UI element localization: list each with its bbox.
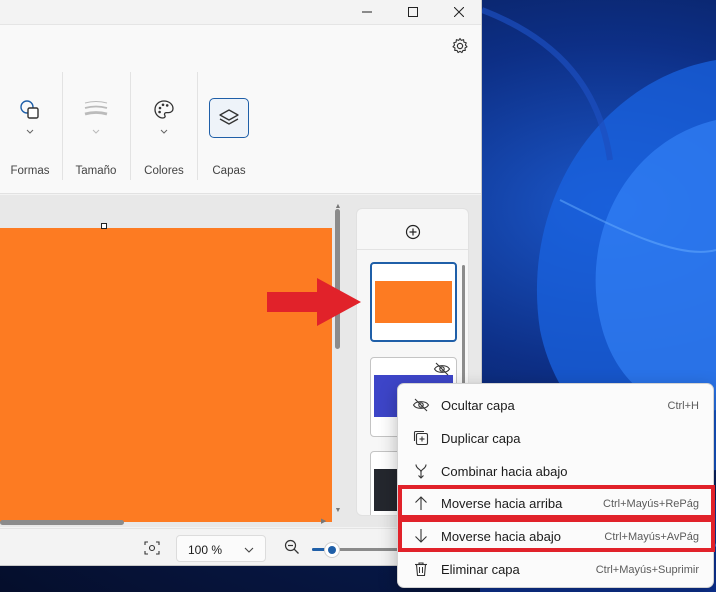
layer-preview [375, 281, 452, 323]
zoom-value: 100 % [188, 543, 223, 557]
highlight-box-move-up [398, 485, 715, 519]
layers-group[interactable]: Capas [199, 66, 259, 188]
duplicate-icon [412, 429, 430, 447]
menu-item-label: Ocultar capa [441, 398, 515, 413]
highlight-box-move-down [398, 518, 715, 552]
chevron-down-icon [26, 129, 34, 134]
menu-item-duplicate-layer[interactable]: Duplicar capa [401, 423, 710, 453]
shapes-label: Formas [10, 165, 50, 177]
zoom-out-icon[interactable] [284, 539, 300, 555]
ribbon-divider [197, 72, 198, 180]
title-bar [0, 0, 481, 24]
ribbon: Formas Tamaño Colores Capas [0, 66, 481, 194]
layers-icon [219, 109, 239, 125]
merge-down-icon [412, 462, 430, 480]
drawing-canvas[interactable] [0, 228, 332, 522]
panel-scrollbar[interactable] [462, 265, 465, 385]
menu-item-delete-layer[interactable]: Eliminar capa Ctrl+Mayús+Suprimir [401, 554, 710, 584]
menu-item-label: Duplicar capa [441, 431, 521, 446]
layers-label: Capas [212, 165, 246, 177]
annotation-arrow [267, 278, 361, 326]
panel-divider [357, 249, 468, 250]
layer-thumbnail[interactable] [370, 262, 457, 342]
palette-icon [150, 96, 178, 124]
menu-item-label: Combinar hacia abajo [441, 464, 568, 479]
chevron-down-icon [244, 547, 254, 553]
scroll-thumb[interactable] [0, 520, 124, 525]
scroll-down-icon[interactable]: ▼ [334, 507, 342, 515]
shapes-icon [16, 96, 44, 124]
maximize-button[interactable] [390, 0, 436, 24]
size-group[interactable]: Tamaño [64, 66, 128, 188]
layers-button[interactable] [209, 98, 249, 138]
close-icon [454, 7, 464, 17]
minimize-button[interactable] [344, 0, 390, 24]
chevron-down-icon [92, 129, 100, 134]
eye-hidden-icon [412, 396, 430, 414]
menu-item-hide-layer[interactable]: Ocultar capa Ctrl+H [401, 390, 710, 420]
menu-item-merge-down[interactable]: Combinar hacia abajo [401, 456, 710, 486]
maximize-icon [408, 7, 418, 17]
settings-button[interactable] [448, 34, 472, 58]
gear-icon [452, 37, 468, 54]
vertical-scrollbar[interactable]: ▲ ▼ [333, 203, 343, 515]
eye-hidden-icon [433, 362, 451, 376]
colors-label: Colores [144, 165, 184, 177]
colors-group[interactable]: Colores [132, 66, 196, 188]
ribbon-divider [130, 72, 131, 180]
minimize-icon [362, 11, 372, 13]
resize-handle[interactable] [101, 223, 107, 229]
top-toolbar [0, 24, 481, 66]
menu-item-shortcut: Ctrl+H [667, 400, 699, 412]
size-label: Tamaño [75, 165, 117, 177]
brush-size-icon [82, 96, 110, 124]
fit-to-window-icon[interactable] [143, 540, 161, 556]
shapes-group[interactable]: Formas [0, 66, 60, 188]
trash-icon [412, 560, 430, 578]
zoom-slider-thumb[interactable] [324, 542, 340, 558]
chevron-down-icon [160, 129, 168, 134]
add-layer-button[interactable] [404, 223, 422, 241]
zoom-dropdown[interactable]: 100 % [176, 535, 266, 562]
scroll-right-icon[interactable]: ▶ [321, 517, 329, 527]
menu-item-shortcut: Ctrl+Mayús+Suprimir [595, 564, 699, 576]
horizontal-scrollbar[interactable]: ▶ [0, 517, 332, 527]
close-button[interactable] [436, 0, 481, 24]
plus-circle-icon [405, 224, 421, 240]
menu-item-label: Eliminar capa [441, 562, 520, 577]
ribbon-divider [62, 72, 63, 180]
